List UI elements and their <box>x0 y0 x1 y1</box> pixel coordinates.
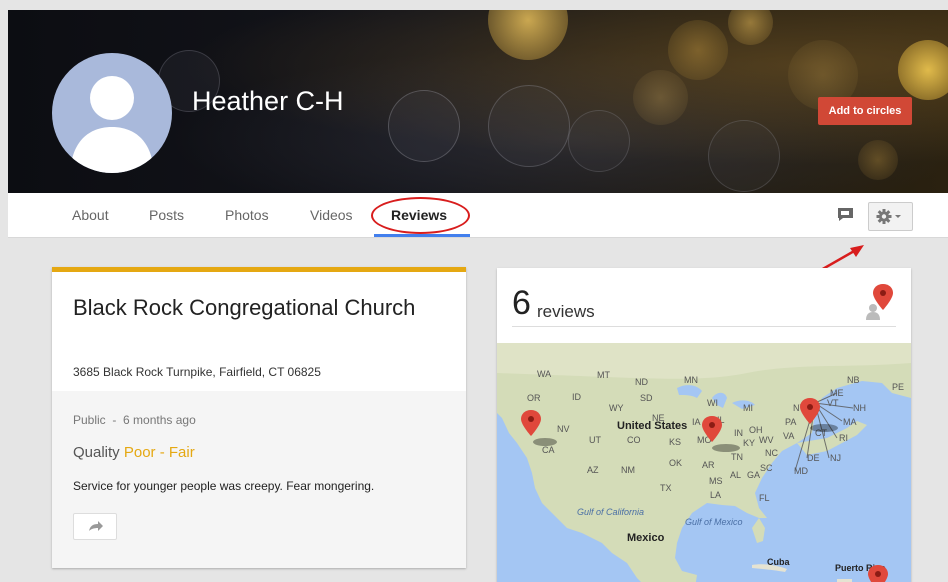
place-address: 3685 Black Rock Turnpike, Fairfield, CT … <box>73 365 321 379</box>
visibility-label: Public <box>73 413 106 427</box>
profile-tabs: About Posts Photos Videos Reviews <box>8 193 948 238</box>
default-avatar-icon <box>70 76 154 173</box>
chat-icon[interactable] <box>837 207 854 222</box>
map-label-wv: WV <box>759 435 774 445</box>
active-tab-indicator <box>374 234 470 237</box>
divider <box>512 326 896 327</box>
map-label-al: AL <box>730 470 741 480</box>
share-button[interactable] <box>73 513 117 540</box>
map-label-nd: ND <box>635 377 648 387</box>
map-label-ky: KY <box>743 438 755 448</box>
map-label-nh: NH <box>853 403 866 413</box>
profile-page: Heather C-H Add to circles About Posts P… <box>8 10 948 582</box>
map-label-cuba: Cuba <box>767 557 790 567</box>
map-pin-icon <box>866 284 893 320</box>
map-label-ok: OK <box>669 458 682 468</box>
map-label-nb: NB <box>847 375 860 385</box>
map-label-tx: TX <box>660 483 672 493</box>
map-label-gulf-california: Gulf of California <box>577 507 644 517</box>
map-label-ar: AR <box>702 460 715 470</box>
map-label-wa: WA <box>537 369 551 379</box>
reviews-map[interactable]: WA MT ND MN ME NB PE OR ID SD WI MI NY V… <box>497 343 911 582</box>
map-label-mi: MI <box>743 403 753 413</box>
map-label-ks: KS <box>669 437 681 447</box>
review-age[interactable]: 6 months ago <box>123 413 196 427</box>
profile-name: Heather C-H <box>192 86 344 116</box>
map-label-nj: NJ <box>830 453 841 463</box>
tab-videos[interactable]: Videos <box>310 207 353 223</box>
map-label-pe: PE <box>892 382 904 392</box>
map-label-vt: VT <box>827 398 839 408</box>
quality-rating: Quality Poor - Fair <box>73 444 195 461</box>
review-card: Black Rock Congregational Church 3685 Bl… <box>52 267 466 568</box>
meta-separator: - <box>112 413 117 427</box>
place-name[interactable]: Black Rock Congregational Church <box>73 294 433 322</box>
review-body: Public - 6 months ago Quality Poor - Fai… <box>52 391 466 568</box>
tab-about[interactable]: About <box>72 207 109 223</box>
add-to-circles-button[interactable]: Add to circles <box>818 97 912 125</box>
map-label-mexico: Mexico <box>627 532 665 544</box>
map-label-sc: SC <box>760 463 773 473</box>
map-label-va: VA <box>783 431 794 441</box>
map-label-az: AZ <box>587 465 599 475</box>
map-label-tn: TN <box>731 452 743 462</box>
gear-icon <box>876 209 901 224</box>
map-label-ia: IA <box>692 417 701 427</box>
map-label-wy: WY <box>609 403 624 413</box>
map-label-nv: NV <box>557 424 570 434</box>
map-label-sd: SD <box>640 393 653 403</box>
tab-photos[interactable]: Photos <box>225 207 269 223</box>
map-label-ga: GA <box>747 470 760 480</box>
annotation-circle <box>371 197 470 234</box>
map-label-co: CO <box>627 435 641 445</box>
map-country-label: United States <box>617 420 687 432</box>
cover-photo: Heather C-H Add to circles <box>8 10 948 193</box>
review-count-label: reviews <box>537 302 595 321</box>
map-label-de: DE <box>807 453 820 463</box>
map-label-nc: NC <box>765 448 778 458</box>
map-label-la: LA <box>710 490 721 500</box>
quality-value: Poor - Fair <box>123 444 195 461</box>
map-label-pa: PA <box>785 417 796 427</box>
map-label-mn: MN <box>684 375 698 385</box>
review-meta: Public - 6 months ago <box>73 413 196 427</box>
map-label-or: OR <box>527 393 541 403</box>
reviews-summary-card: 6 reviews WA MT ND MN ME NB PE OR ID SD … <box>497 268 911 582</box>
map-label-ri: RI <box>839 433 848 443</box>
review-count: 6 <box>512 284 531 322</box>
tab-posts[interactable]: Posts <box>149 207 184 223</box>
review-text: Service for younger people was creepy. F… <box>73 479 375 493</box>
map-label-ma: MA <box>843 417 857 427</box>
map-label-gulf-mexico: Gulf of Mexico <box>685 517 743 527</box>
avatar[interactable] <box>52 53 172 173</box>
map-label-mt: MT <box>597 370 610 380</box>
settings-button[interactable] <box>868 202 913 231</box>
map-label-id: ID <box>572 392 582 402</box>
map-label-ut: UT <box>589 435 601 445</box>
map-label-ca: CA <box>542 445 555 455</box>
quality-label: Quality <box>73 444 120 461</box>
map-label-oh: OH <box>749 425 763 435</box>
map-label-fl: FL <box>759 493 770 503</box>
share-icon <box>89 521 103 531</box>
map-label-wi: WI <box>707 398 718 408</box>
map-label-in: IN <box>734 428 743 438</box>
map-label-nm: NM <box>621 465 635 475</box>
map-label-ms: MS <box>709 476 723 486</box>
